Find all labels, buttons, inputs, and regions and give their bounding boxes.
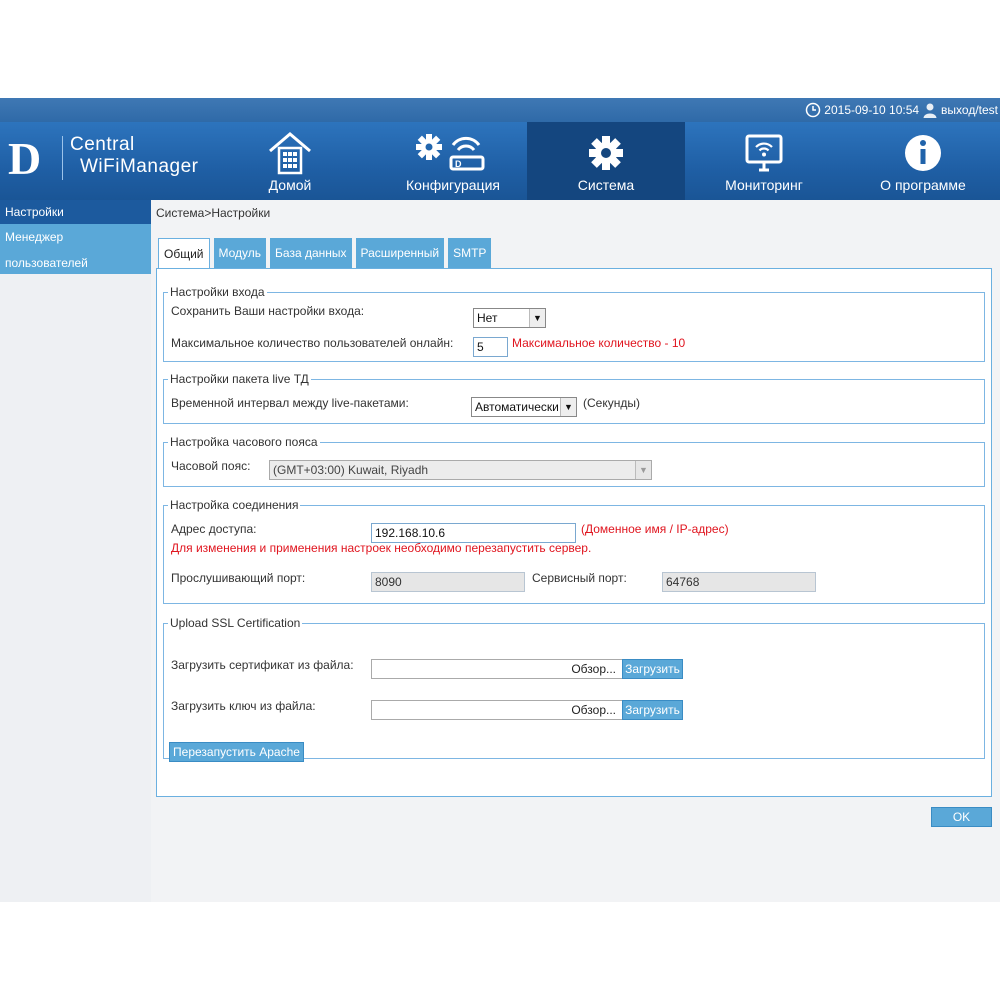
login-settings-group: Настройки входа Сохранить Ваши настройки… — [163, 285, 985, 362]
sidebar-item-settings[interactable]: Настройки — [0, 200, 151, 224]
nav-configuration[interactable]: D Конфигурация — [382, 122, 524, 200]
gear-router-icon: D — [416, 134, 485, 171]
access-address-hint: (Доменное имя / IP-адрес) — [581, 522, 729, 536]
monitor-wifi-icon — [745, 134, 783, 172]
chevron-down-icon: ▼ — [635, 461, 651, 479]
key-file-label: Загрузить ключ из файла: — [171, 699, 316, 713]
sidebar-item-user-manager-line1: Менеджер — [5, 230, 64, 244]
settings-tabs: Общий Модуль База данных Расширенный SMT… — [158, 238, 492, 269]
connection-legend: Настройка соединения — [170, 498, 299, 512]
user-icon — [923, 103, 937, 118]
sidebar: Настройки Менеджер пользователей — [0, 200, 151, 902]
timezone-value: (GMT+03:00) Kuwait, Riyadh — [273, 463, 429, 477]
tab-database[interactable]: База данных — [270, 238, 352, 268]
save-login-select[interactable]: Нет ▼ — [473, 308, 546, 328]
nav-about[interactable]: О программе — [862, 122, 984, 200]
cert-file-label: Загрузить сертификат из файла: — [171, 658, 354, 672]
building-icon — [269, 132, 311, 175]
ok-button[interactable]: OK — [931, 807, 992, 827]
service-port-label: Сервисный порт: — [532, 571, 627, 585]
logo-separator — [62, 136, 63, 180]
ssl-group: Upload SSL Certification Загрузить серти… — [163, 616, 985, 762]
key-upload-button[interactable]: Загрузить — [622, 700, 683, 720]
timezone-select[interactable]: (GMT+03:00) Kuwait, Riyadh ▼ — [269, 460, 652, 480]
info-icon — [905, 135, 941, 171]
tab-advanced[interactable]: Расширенный — [355, 238, 445, 268]
max-users-note: Максимальное количество - 10 — [512, 336, 686, 350]
status-area: 2015-09-10 10:54 выход/test — [805, 98, 998, 122]
breadcrumb: Система>Настройки — [156, 206, 271, 220]
cert-browse-button[interactable]: Обзор... — [565, 660, 622, 678]
nav-system-label: Система — [577, 177, 635, 193]
timezone-legend: Настройка часового пояса — [170, 435, 318, 449]
clock-icon — [806, 102, 821, 118]
save-login-label: Сохранить Ваши настройки входа: — [171, 304, 365, 318]
access-address-input[interactable]: 192.168.10.6 — [371, 523, 576, 543]
live-interval-unit: (Секунды) — [583, 396, 640, 410]
nav-system[interactable]: Система — [527, 122, 685, 200]
chevron-down-icon: ▼ — [560, 398, 576, 416]
max-users-input[interactable]: 5 — [473, 337, 508, 357]
nav-about-label: О программе — [880, 177, 966, 193]
listen-port-label: Прослушивающий порт: — [171, 571, 306, 585]
logo-letter: D — [8, 133, 42, 184]
tab-general[interactable]: Общий — [158, 238, 210, 269]
timezone-group: Настройка часового пояса Часовой пояс: (… — [163, 435, 985, 487]
live-interval-label: Временной интервал между live-пакетами: — [171, 396, 409, 410]
tab-module[interactable]: Модуль — [213, 238, 267, 268]
nav-monitoring[interactable]: Мониторинг — [700, 122, 828, 200]
logo-line1: Central — [70, 134, 135, 155]
ssl-legend: Upload SSL Certification — [170, 616, 301, 630]
nav-monitoring-label: Мониторинг — [725, 177, 803, 193]
chevron-down-icon: ▼ — [529, 309, 545, 327]
timezone-label: Часовой пояс: — [171, 459, 251, 473]
tab-smtp[interactable]: SMTP — [448, 238, 492, 268]
app-logo: D Central WiFiManager — [8, 130, 208, 190]
sidebar-item-user-manager-line2: пользователей — [5, 256, 88, 270]
key-browse-button[interactable]: Обзор... — [565, 701, 622, 719]
svg-text:D: D — [455, 159, 462, 169]
nav-home[interactable]: Домой — [230, 122, 350, 200]
access-address-label: Адрес доступа: — [171, 522, 257, 536]
login-settings-legend: Настройки входа — [170, 285, 265, 299]
gear-icon — [589, 136, 623, 170]
general-tab-panel: Настройки входа Сохранить Ваши настройки… — [156, 268, 992, 797]
live-interval-select[interactable]: Автоматически ▼ — [471, 397, 577, 417]
live-packet-legend: Настройки пакета live ТД — [170, 372, 309, 386]
save-login-value: Нет — [477, 311, 498, 325]
sidebar-item-user-manager[interactable]: Менеджер пользователей — [0, 224, 151, 274]
max-users-label: Максимальное количество пользователей он… — [171, 336, 454, 350]
service-port-input[interactable]: 64768 — [662, 572, 816, 592]
live-packet-group: Настройки пакета live ТД Временной интер… — [163, 372, 985, 424]
cert-upload-button[interactable]: Загрузить — [622, 659, 683, 679]
cert-file-input[interactable]: Обзор... — [371, 659, 623, 679]
logout-link[interactable]: выход/test — [941, 103, 998, 117]
logo-line2: WiFiManager — [80, 156, 199, 177]
nav-configuration-label: Конфигурация — [406, 177, 500, 193]
restart-warning: Для изменения и применения настроек необ… — [171, 541, 592, 555]
restart-apache-button[interactable]: Перезапустить Apache — [169, 742, 304, 762]
main-header: D Central WiFiManager Домой D Конфигурац… — [0, 122, 1000, 200]
listen-port-input[interactable]: 8090 — [371, 572, 525, 592]
key-file-input[interactable]: Обзор... — [371, 700, 623, 720]
nav-home-label: Домой — [268, 177, 312, 193]
top-status-bar: 2015-09-10 10:54 выход/test — [0, 98, 1000, 122]
connection-group: Настройка соединения Адрес доступа: 192.… — [163, 498, 985, 604]
datetime: 2015-09-10 10:54 — [824, 103, 920, 117]
live-interval-value: Автоматически — [475, 400, 559, 414]
